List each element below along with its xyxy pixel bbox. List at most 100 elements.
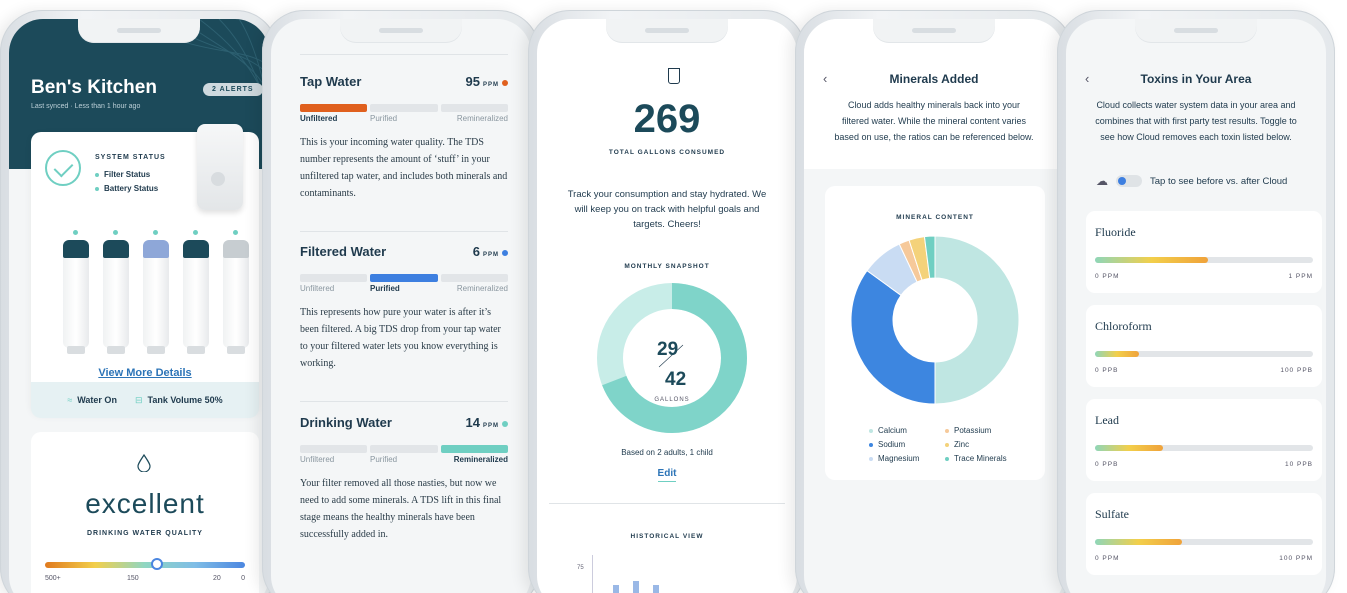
filter-cartridge[interactable] <box>143 240 169 354</box>
stage-label: Unfiltered <box>300 284 335 293</box>
toxin-card[interactable]: Fluoride 0 PPM 1 PPM <box>1086 211 1322 293</box>
filter-cartridge[interactable] <box>183 240 209 354</box>
legend-item: Trace Minerals <box>945 454 1007 463</box>
filter-cap <box>183 240 209 258</box>
notch <box>606 19 728 43</box>
stage-header: Tap Water 95 PPM <box>300 74 508 94</box>
legend-item: Sodium <box>869 440 905 449</box>
tds-value: 14 <box>465 415 480 430</box>
filter-cap <box>63 240 89 258</box>
scale-label: 500+ <box>45 575 61 582</box>
filter-indicator-dot <box>73 230 78 235</box>
stage-name: Tap Water <box>300 74 362 89</box>
stage-description: Your filter removed all those nasties, b… <box>300 478 502 540</box>
toggle-label: Tap to see before vs. after Cloud <box>1150 175 1288 187</box>
legend-swatch <box>869 456 873 461</box>
legend-item: Potassium <box>945 426 991 435</box>
legend-swatch <box>869 428 873 433</box>
stage-segment <box>300 445 368 453</box>
filter-cartridge[interactable] <box>223 240 249 354</box>
stage-label: Unfiltered <box>300 114 338 123</box>
filter-cartridge[interactable] <box>63 240 89 354</box>
chart-title: MINERAL CONTENT <box>896 214 974 221</box>
purifier-unit-image <box>197 124 243 210</box>
consumption-message: Track your consumption and stay hydrated… <box>567 189 767 230</box>
toxin-level-fill <box>1095 445 1163 451</box>
toxin-card[interactable]: Sulfate 0 PPM 100 PPM <box>1086 493 1322 575</box>
stage-label: Remineralized <box>456 284 508 293</box>
location-title: Ben's Kitchen <box>31 77 157 98</box>
screen: Tap Water 95 PPM Unfiltered Purified Reminera… <box>271 19 531 593</box>
screen: ‹ Toxins in Your Area Cloud collects wat… <box>1066 19 1326 593</box>
stage-dot <box>502 420 508 427</box>
page-title: Toxins in Your Area <box>1140 72 1252 86</box>
stage-label: Remineralized <box>456 114 508 123</box>
tds-unit: PPM <box>482 423 499 429</box>
stage-value: 6 PPM <box>473 244 508 259</box>
status-footer: ≈ Water On ⊟ Tank Volume 50% <box>31 382 259 418</box>
legend-swatch <box>945 456 949 461</box>
water-stage-section: Drinking Water 14 PPM Unfiltered Purified Rem… <box>300 415 508 543</box>
filter-indicator-dot <box>193 230 198 235</box>
before-after-toggle[interactable] <box>1116 175 1142 187</box>
tds-value: 6 <box>472 244 480 259</box>
toxin-level-fill <box>1095 257 1209 263</box>
phone-kitchen-dashboard: Ben's Kitchen Last synced · Less than 1 … <box>0 10 278 593</box>
app-showcase: Ben's Kitchen Last synced · Less than 1 … <box>0 0 1347 593</box>
legend-label: Trace Minerals <box>954 454 1007 463</box>
toxin-card[interactable]: Lead 0 PPB 10 PPB <box>1086 399 1322 481</box>
tds-unit: PPM <box>482 252 499 258</box>
notch <box>873 19 995 43</box>
total-caption: TOTAL GALLONS CONSUMED <box>608 149 726 156</box>
donut-slice-sodium <box>850 269 936 405</box>
tank-icon: ⊟ <box>134 394 143 405</box>
toxin-card[interactable]: Chloroform 0 PPB 100 PPB <box>1086 305 1322 387</box>
stage-progress <box>300 104 508 112</box>
page-description: Cloud adds healthy minerals back into yo… <box>834 100 1034 142</box>
stage-labels: Unfiltered Purified Remineralized <box>300 282 508 294</box>
mineral-donut-chart <box>850 235 1020 405</box>
divider <box>300 231 508 232</box>
water-stage-section: Tap Water 95 PPM Unfiltered Purified Reminera… <box>300 74 508 202</box>
sync-status: Last synced · Less than 1 hour ago <box>31 103 141 110</box>
edit-household-link[interactable]: Edit <box>537 468 797 482</box>
edit-label: Edit <box>657 468 677 482</box>
view-more-details-link[interactable]: View More Details <box>31 367 259 379</box>
legend-label: Calcium <box>878 426 907 435</box>
filter-base <box>227 346 245 354</box>
filter-cap <box>103 240 129 258</box>
snapshot-heading: MONTHLY SNAPSHOT <box>624 263 710 270</box>
toxin-name: Chloroform <box>1095 319 1152 333</box>
scale-label: 20 <box>213 575 221 582</box>
notch <box>1135 19 1257 43</box>
notch <box>340 19 462 43</box>
stage-segment <box>370 445 438 453</box>
filter-status-item: Filter Status <box>95 170 150 179</box>
history-axis <box>592 555 593 593</box>
screen: Ben's Kitchen Last synced · Less than 1 … <box>9 19 269 593</box>
filter-cartridge[interactable] <box>103 240 129 354</box>
stage-segment <box>370 274 438 282</box>
page-title: Minerals Added <box>889 72 979 86</box>
history-bar <box>653 585 659 593</box>
legend-label: Magnesium <box>878 454 920 463</box>
tds-unit: PPM <box>482 82 499 88</box>
legend-item: Zinc <box>945 440 969 449</box>
notch <box>78 19 200 43</box>
stage-label: Purified <box>370 455 398 464</box>
stage-dot <box>502 249 508 256</box>
stage-value: 95 PPM <box>466 74 508 89</box>
system-status-heading: SYSTEM STATUS <box>95 154 166 161</box>
battery-status-item: Battery Status <box>95 184 158 193</box>
legend-label: Zinc <box>954 440 970 449</box>
legend-swatch <box>945 442 949 447</box>
alerts-badge[interactable]: 2 ALERTS <box>203 83 263 96</box>
monthly-donut: 29 42 GALLONS <box>597 283 747 433</box>
stage-segment <box>300 104 368 112</box>
page-description: Cloud collects water system data in your… <box>1095 100 1297 142</box>
consumed-value: 29 <box>657 339 678 360</box>
phone-toxins: ‹ Toxins in Your Area Cloud collects wat… <box>1057 10 1335 593</box>
divider <box>549 503 785 504</box>
cloud-icon: ☁ <box>1096 174 1108 188</box>
system-status-card: SYSTEM STATUS Filter Status Battery Stat… <box>31 124 259 414</box>
